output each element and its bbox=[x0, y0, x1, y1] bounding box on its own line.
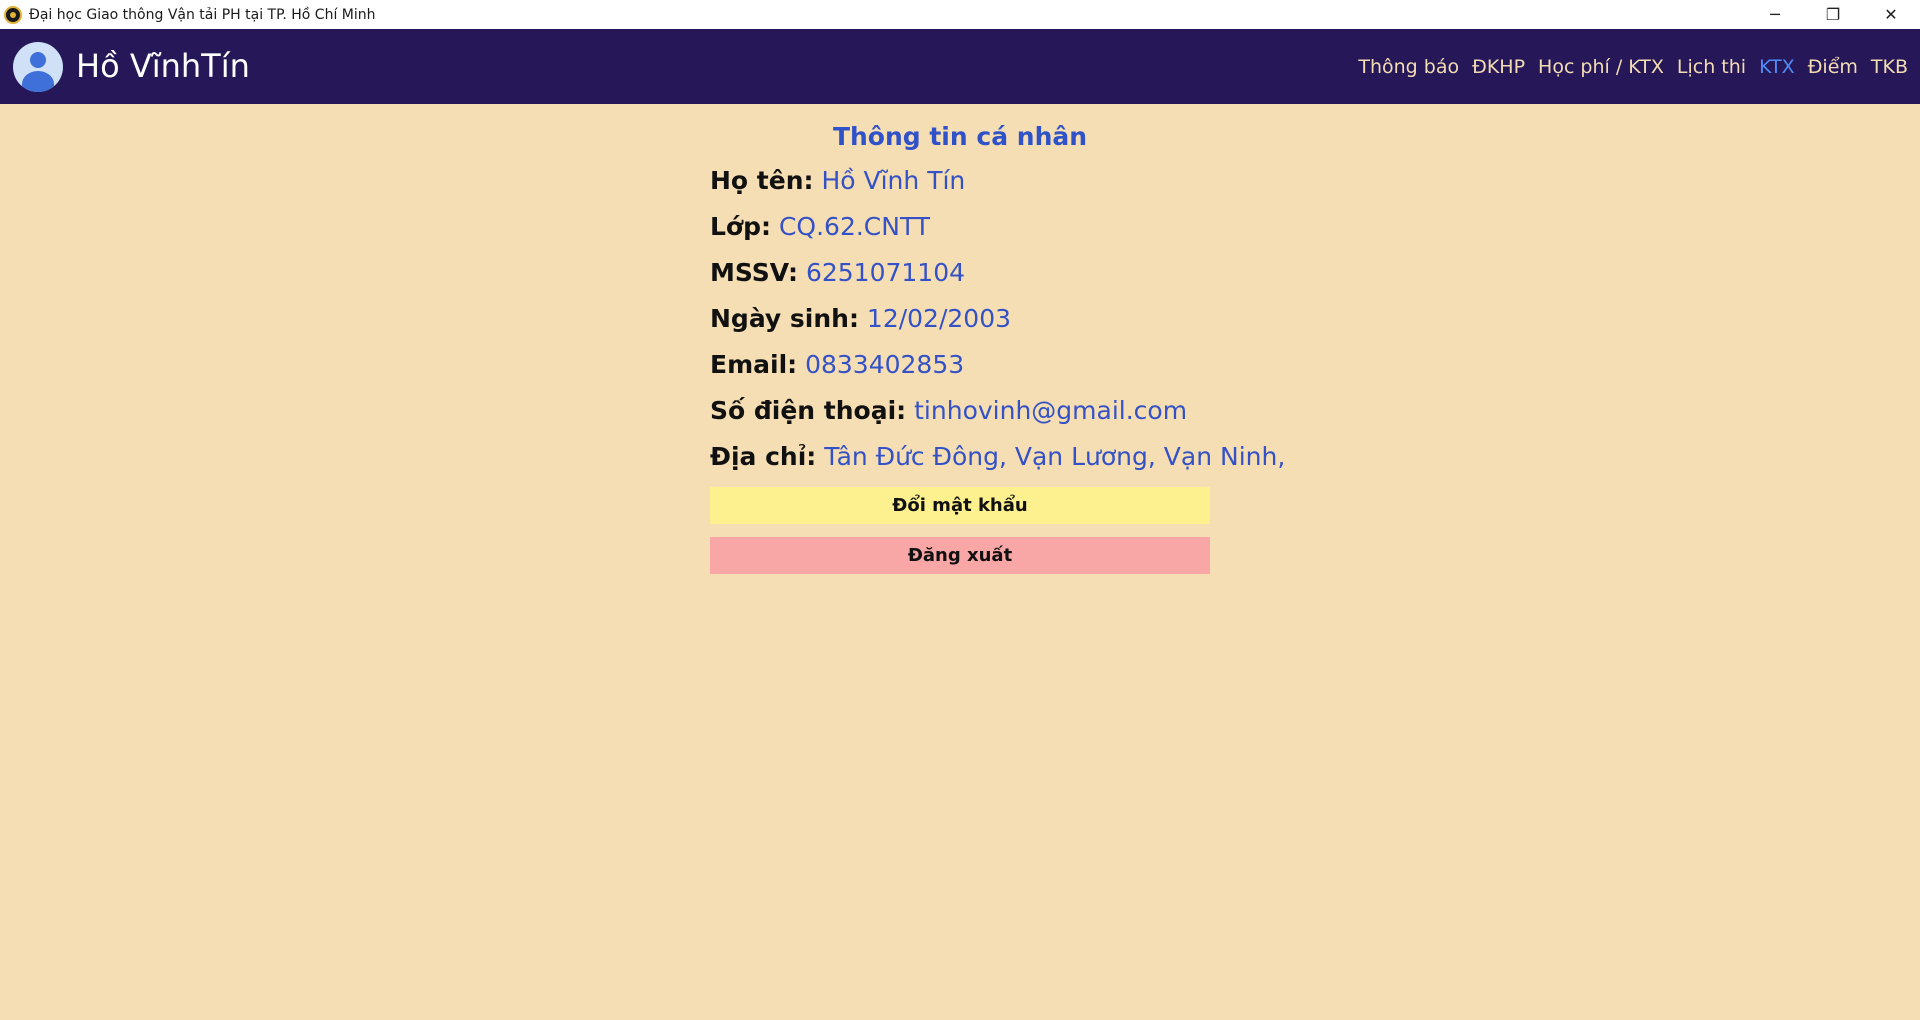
info-row-full-name: Họ tên: Hồ Vĩnh Tín bbox=[710, 158, 1210, 204]
info-value: 6251071104 bbox=[805, 258, 966, 287]
nav-thong-bao[interactable]: Thông báo bbox=[1358, 53, 1459, 81]
avatar-head bbox=[30, 52, 46, 68]
nav-lich-thi[interactable]: Lịch thi bbox=[1677, 53, 1746, 81]
nav-ktx[interactable]: KTX bbox=[1759, 53, 1795, 81]
nav-dkhp[interactable]: ĐKHP bbox=[1472, 53, 1525, 81]
user-avatar-icon[interactable] bbox=[13, 42, 63, 92]
header-user-name: Hồ VĩnhTín bbox=[76, 47, 250, 85]
page-title: Thông tin cá nhân bbox=[832, 122, 1088, 151]
info-row-address: Địa chỉ: Tân Đức Đông, Vạn Lương, Vạn Ni… bbox=[710, 434, 1285, 480]
info-value: Tân Đức Đông, Vạn Lương, Vạn Ninh, bbox=[824, 442, 1286, 471]
info-row-student-id: MSSV: 6251071104 bbox=[710, 250, 1210, 296]
nav-diem[interactable]: Điểm bbox=[1808, 53, 1858, 81]
info-row-birth-date: Ngày sinh: 12/02/2003 bbox=[710, 296, 1210, 342]
info-value: tinhovinh@gmail.com bbox=[914, 396, 1188, 425]
profile-panel: Thông tin cá nhân Họ tên: Hồ Vĩnh Tín Lớ… bbox=[710, 118, 1285, 574]
info-label: Lớp: bbox=[710, 212, 771, 241]
app-header: Hồ VĩnhTín Thông báo ĐKHP Học phí / KTX … bbox=[0, 29, 1920, 104]
info-value: CQ.62.CNTT bbox=[778, 212, 931, 241]
university-logo-icon bbox=[4, 5, 22, 24]
nav-tkb[interactable]: TKB bbox=[1871, 53, 1908, 81]
info-value: Hồ Vĩnh Tín bbox=[821, 166, 966, 195]
window-controls: ─ ❐ ✕ bbox=[1746, 0, 1920, 29]
info-row-phone: Số điện thoại: tinhovinh@gmail.com bbox=[710, 388, 1210, 434]
restore-icon[interactable]: ❐ bbox=[1804, 0, 1862, 29]
main-nav: Thông báo ĐKHP Học phí / KTX Lịch thi KT… bbox=[1358, 53, 1908, 81]
info-label: Email: bbox=[710, 350, 798, 379]
info-label: MSSV: bbox=[710, 258, 798, 287]
avatar-body bbox=[22, 71, 54, 92]
nav-hoc-phi-ktx[interactable]: Học phí / KTX bbox=[1538, 53, 1664, 81]
info-row-email: Email: 0833402853 bbox=[710, 342, 1210, 388]
change-password-button[interactable]: Đổi mật khẩu bbox=[710, 487, 1210, 524]
info-label: Họ tên: bbox=[710, 166, 814, 195]
window-titlebar: Đại học Giao thông Vận tải PH tại TP. Hồ… bbox=[0, 0, 1920, 29]
info-label: Ngày sinh: bbox=[710, 304, 859, 333]
close-icon[interactable]: ✕ bbox=[1862, 0, 1920, 29]
logout-button[interactable]: Đăng xuất bbox=[710, 537, 1210, 574]
window-title: Đại học Giao thông Vận tải PH tại TP. Hồ… bbox=[29, 6, 376, 23]
info-row-class: Lớp: CQ.62.CNTT bbox=[710, 204, 1210, 250]
info-label: Địa chỉ: bbox=[710, 442, 817, 471]
info-label: Số điện thoại: bbox=[710, 396, 907, 425]
info-value: 12/02/2003 bbox=[866, 304, 1012, 333]
minimize-icon[interactable]: ─ bbox=[1746, 0, 1804, 29]
info-value: 0833402853 bbox=[805, 350, 965, 379]
